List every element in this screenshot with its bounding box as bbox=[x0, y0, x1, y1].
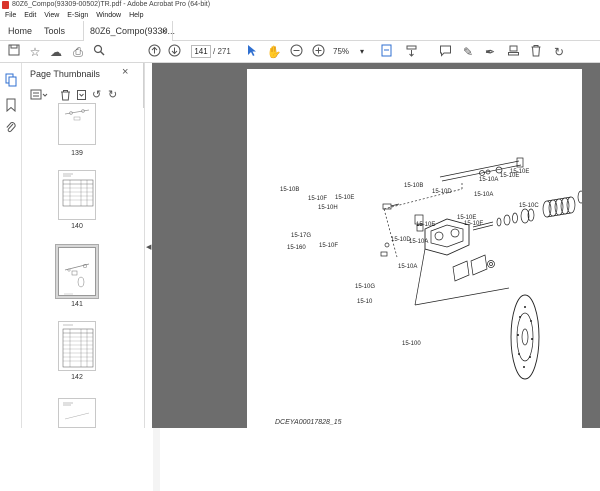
thumbnail-label: 139 bbox=[71, 150, 83, 157]
options-menu-icon[interactable] bbox=[30, 89, 48, 103]
callout-label: 15-160 bbox=[287, 245, 306, 251]
save-icon[interactable] bbox=[6, 44, 22, 60]
callout-label: 15-10F bbox=[308, 196, 327, 202]
star-icon[interactable]: ☆ bbox=[27, 44, 43, 60]
thumbnail-143[interactable] bbox=[58, 398, 96, 428]
menu-edit[interactable]: Edit bbox=[24, 12, 36, 19]
rotate-left-icon[interactable]: ↺ bbox=[92, 89, 101, 101]
page-thumbnails-icon[interactable] bbox=[5, 73, 17, 87]
menu-help[interactable]: Help bbox=[129, 12, 143, 19]
callout-label: 15-10F bbox=[319, 243, 338, 249]
stamp-icon[interactable] bbox=[505, 44, 521, 60]
panel-splitter[interactable]: ◀ bbox=[144, 63, 152, 428]
prev-page-icon[interactable] bbox=[146, 44, 162, 60]
callout-label: 15-100 bbox=[402, 341, 421, 347]
zoom-dropdown[interactable]: 75% ▾ bbox=[333, 45, 369, 58]
thumbnail-label: 141 bbox=[71, 301, 83, 308]
page-number-input[interactable]: 141 bbox=[191, 45, 211, 58]
draw-icon[interactable]: ✒ bbox=[482, 44, 498, 60]
callout-label: 15-10A bbox=[409, 239, 428, 245]
callout-label: 15-10D bbox=[432, 189, 452, 195]
thumbnail-141 bbox=[58, 247, 96, 296]
window-title-bar: 80Z6_Compo(93309-00502)TR.pdf - Adobe Ac… bbox=[0, 0, 600, 10]
callout-label: 15-10E bbox=[457, 215, 476, 221]
menu-esign[interactable]: E-Sign bbox=[67, 12, 88, 19]
document-footer-code: DCEYA00017828_15 bbox=[275, 419, 342, 426]
left-navigation-rail bbox=[0, 63, 22, 428]
callout-label: 15-10E bbox=[416, 222, 435, 228]
highlight-pen-icon[interactable]: ✎ bbox=[460, 44, 476, 60]
collapse-panel-icon[interactable]: ◀ bbox=[146, 243, 151, 251]
tab-document[interactable]: 80Z6_Compo(9330... × bbox=[83, 21, 175, 41]
exploded-parts-diagram: 15-10B 15-10F 15-10E 15-10H 15-10B 15-10D 15-1… bbox=[280, 157, 585, 380]
next-page-icon[interactable] bbox=[166, 44, 182, 60]
callout-label: 15-10 bbox=[357, 299, 373, 305]
tab-close-icon[interactable]: × bbox=[162, 21, 167, 41]
callout-label: 15-10C bbox=[519, 203, 539, 209]
panel-title: Page Thumbnails bbox=[30, 69, 100, 79]
page-thumbnails-panel: Page Thumbnails × ↺ ↻ 139 140 141 142 bbox=[22, 63, 160, 491]
page-total: / 271 bbox=[213, 47, 231, 56]
menu-bar: File Edit View E-Sign Window Help bbox=[0, 10, 600, 21]
document-viewport: 15-10B 15-10F 15-10E 15-10H 15-10B 15-10D 15-1… bbox=[152, 63, 600, 428]
cloud-upload-icon[interactable]: ☁ bbox=[48, 44, 64, 60]
thumbnail-list: 139 140 141 142 bbox=[22, 103, 144, 428]
tab-home[interactable]: Home bbox=[8, 21, 32, 41]
callout-label: 15-10B bbox=[404, 183, 423, 189]
window-title: 80Z6_Compo(93309-00502)TR.pdf - Adobe Ac… bbox=[12, 1, 211, 8]
zoom-out-icon[interactable] bbox=[288, 44, 304, 60]
callout-label: 15-10G bbox=[355, 284, 375, 290]
thumbnail-142[interactable] bbox=[58, 321, 96, 371]
search-icon[interactable] bbox=[91, 44, 107, 60]
attachment-icon[interactable] bbox=[5, 121, 17, 135]
callout-label: 15-10E bbox=[464, 221, 483, 227]
tab-tools[interactable]: Tools bbox=[44, 21, 65, 41]
thumbnail-141-selected[interactable] bbox=[55, 244, 99, 299]
callout-label: 15-10A bbox=[474, 192, 493, 198]
trash-icon[interactable] bbox=[528, 44, 544, 60]
select-cursor-icon[interactable] bbox=[244, 44, 260, 60]
callout-labels: 15-10B 15-10F 15-10E 15-10H 15-10B 15-10D 15-1… bbox=[280, 169, 539, 347]
thumbnail-label: 140 bbox=[71, 223, 83, 230]
rotate-icon[interactable]: ↻ bbox=[551, 44, 567, 60]
main-toolbar: ☆ ☁ ⎙ 141 / 271 ✋ 75% ▾ ✎ ✒ ↻ bbox=[0, 41, 600, 63]
thumbnail-140[interactable] bbox=[58, 170, 96, 220]
print-icon[interactable]: ⎙ bbox=[70, 44, 86, 60]
zoom-in-icon[interactable] bbox=[310, 44, 326, 60]
callout-label: 15-10H bbox=[318, 205, 338, 211]
thumbnail-139[interactable] bbox=[58, 103, 96, 145]
pdf-app-icon bbox=[2, 1, 9, 9]
thumbnail-label: 142 bbox=[71, 374, 83, 381]
tab-bar: Home Tools 80Z6_Compo(9330... × bbox=[0, 21, 600, 41]
callout-label: 15-17G bbox=[291, 233, 311, 239]
menu-file[interactable]: File bbox=[5, 12, 16, 19]
bookmark-icon[interactable] bbox=[5, 98, 17, 113]
callout-label: 15-10B bbox=[280, 187, 299, 193]
scroll-mode-icon[interactable] bbox=[403, 44, 419, 60]
chevron-down-icon: ▾ bbox=[360, 47, 365, 56]
comment-icon[interactable] bbox=[437, 44, 453, 60]
callout-label: 15-10E bbox=[335, 195, 354, 201]
zoom-value: 75% bbox=[333, 47, 350, 56]
menu-view[interactable]: View bbox=[44, 12, 59, 19]
fit-page-icon[interactable] bbox=[378, 44, 394, 60]
extract-page-icon[interactable] bbox=[76, 89, 87, 103]
document-page: 15-10B 15-10F 15-10E 15-10H 15-10B 15-10D 15-1… bbox=[247, 69, 585, 428]
callout-label: 15-10E bbox=[510, 169, 529, 175]
panel-close-icon[interactable]: × bbox=[122, 66, 128, 78]
rotate-right-icon[interactable]: ↻ bbox=[108, 89, 117, 101]
callout-label: 15-10A bbox=[479, 177, 498, 183]
delete-page-icon[interactable] bbox=[60, 89, 71, 103]
disc-holes bbox=[517, 306, 533, 368]
hand-tool-icon[interactable]: ✋ bbox=[266, 44, 282, 60]
menu-window[interactable]: Window bbox=[96, 12, 121, 19]
callout-label: 15-10A bbox=[398, 264, 417, 270]
